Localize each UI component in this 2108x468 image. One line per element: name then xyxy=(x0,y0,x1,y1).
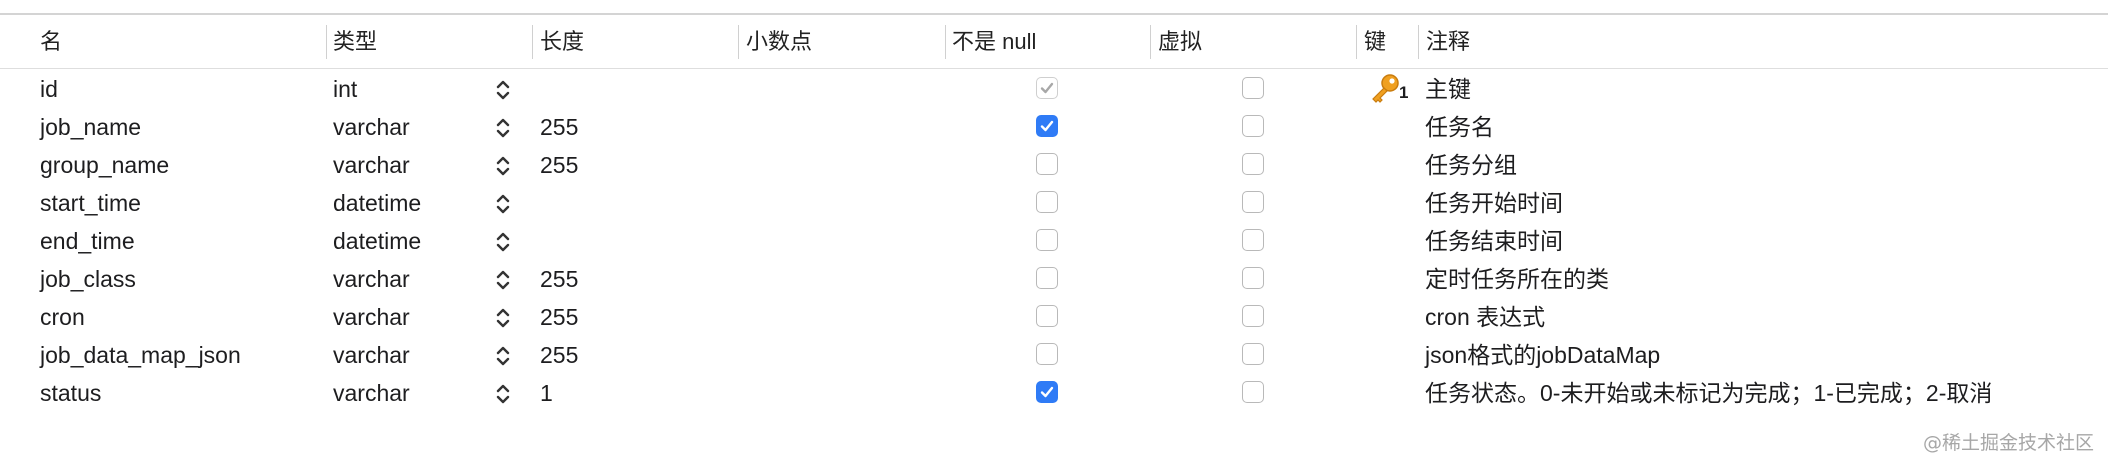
virtual-checkbox[interactable] xyxy=(1242,267,1264,289)
col-header-comment[interactable]: 注释 xyxy=(1419,15,1470,68)
table-header: 名 类型 长度 小数点 不是 null 虚拟 键 注释 xyxy=(0,15,2108,69)
type-stepper-icon[interactable] xyxy=(494,78,512,102)
field-name-cell[interactable]: end_time xyxy=(40,222,135,260)
type-stepper-icon[interactable] xyxy=(494,344,512,368)
field-name-cell[interactable]: cron xyxy=(40,298,85,336)
not-null-checkbox[interactable] xyxy=(1036,343,1058,365)
field-length-cell[interactable]: 1 xyxy=(540,374,553,412)
not-null-checkbox[interactable] xyxy=(1036,77,1058,99)
field-name-cell[interactable]: id xyxy=(40,70,58,108)
field-type-cell[interactable]: int xyxy=(333,70,357,108)
type-stepper-icon[interactable] xyxy=(494,382,512,406)
col-header-key[interactable]: 键 xyxy=(1357,15,1386,68)
col-header-length[interactable]: 长度 xyxy=(533,15,584,68)
type-stepper-icon[interactable] xyxy=(494,306,512,330)
watermark: @稀土掘金技术社区 xyxy=(1922,432,2094,454)
field-type-cell[interactable]: varchar xyxy=(333,108,410,146)
not-null-checkbox[interactable] xyxy=(1036,381,1058,403)
field-comment-cell[interactable]: 主键 xyxy=(1425,70,1471,108)
virtual-checkbox[interactable] xyxy=(1242,77,1264,99)
table-row[interactable]: start_time datetime 任务开始时间 xyxy=(0,184,2108,222)
field-type-cell[interactable]: varchar xyxy=(333,298,410,336)
not-null-checkbox[interactable] xyxy=(1036,267,1058,289)
virtual-checkbox[interactable] xyxy=(1242,153,1264,175)
field-length-cell[interactable]: 255 xyxy=(540,146,578,184)
field-comment-cell[interactable]: 任务名 xyxy=(1425,108,1494,146)
field-type-cell[interactable]: varchar xyxy=(333,374,410,412)
not-null-checkbox[interactable] xyxy=(1036,229,1058,251)
table-row[interactable]: job_name varchar 255 任务名 xyxy=(0,108,2108,146)
field-length-cell[interactable]: 255 xyxy=(540,260,578,298)
table-row[interactable]: group_name varchar 255 任务分组 xyxy=(0,146,2108,184)
field-comment-cell[interactable]: cron 表达式 xyxy=(1425,298,1545,336)
type-stepper-icon[interactable] xyxy=(494,154,512,178)
col-header-decimals[interactable]: 小数点 xyxy=(739,15,812,68)
col-header-virtual[interactable]: 虚拟 xyxy=(1151,15,1202,68)
type-stepper-icon[interactable] xyxy=(494,268,512,292)
field-length-cell[interactable]: 255 xyxy=(540,336,578,374)
field-name-cell[interactable]: group_name xyxy=(40,146,169,184)
field-comment-cell[interactable]: 任务开始时间 xyxy=(1425,184,1563,222)
field-type-cell[interactable]: varchar xyxy=(333,146,410,184)
type-stepper-icon[interactable] xyxy=(494,230,512,254)
not-null-checkbox[interactable] xyxy=(1036,115,1058,137)
field-type-cell[interactable]: varchar xyxy=(333,260,410,298)
not-null-checkbox[interactable] xyxy=(1036,305,1058,327)
table-row[interactable]: job_data_map_json varchar 255 json格式的jobDat… xyxy=(0,336,2108,374)
virtual-checkbox[interactable] xyxy=(1242,381,1264,403)
field-comment-cell[interactable]: 定时任务所在的类 xyxy=(1425,260,1609,298)
virtual-checkbox[interactable] xyxy=(1242,229,1264,251)
col-header-name[interactable]: 名 xyxy=(33,15,62,68)
virtual-checkbox[interactable] xyxy=(1242,343,1264,365)
virtual-checkbox[interactable] xyxy=(1242,191,1264,213)
field-length-cell[interactable]: 255 xyxy=(540,298,578,336)
type-stepper-icon[interactable] xyxy=(494,192,512,216)
not-null-checkbox[interactable] xyxy=(1036,191,1058,213)
field-length-cell[interactable]: 255 xyxy=(540,108,578,146)
table-row[interactable]: id int 1 主键 xyxy=(0,70,2108,108)
field-name-cell[interactable]: job_data_map_json xyxy=(40,336,241,374)
key-index: 1 xyxy=(1399,83,1409,102)
field-comment-cell[interactable]: 任务状态。0-未开始或未标记为完成；1-已完成；2-取消 xyxy=(1425,374,1992,412)
field-name-cell[interactable]: job_name xyxy=(40,108,141,146)
field-comment-cell[interactable]: 任务分组 xyxy=(1425,146,1517,184)
virtual-checkbox[interactable] xyxy=(1242,305,1264,327)
field-name-cell[interactable]: start_time xyxy=(40,184,141,222)
table-row[interactable]: cron varchar 255 cron 表达式 xyxy=(0,298,2108,336)
field-name-cell[interactable]: status xyxy=(40,374,101,412)
table-row[interactable]: status varchar 1 任务状态。0-未开始或未标记为完成；1-已完成；2-… xyxy=(0,374,2108,412)
table-row[interactable]: end_time datetime 任务结束时间 xyxy=(0,222,2108,260)
col-header-not-null[interactable]: 不是 null xyxy=(945,15,1036,68)
virtual-checkbox[interactable] xyxy=(1242,115,1264,137)
field-type-cell[interactable]: datetime xyxy=(333,222,421,260)
type-stepper-icon[interactable] xyxy=(494,116,512,140)
table-row[interactable]: job_class varchar 255 定时任务所在的类 xyxy=(0,260,2108,298)
field-type-cell[interactable]: datetime xyxy=(333,184,421,222)
field-comment-cell[interactable]: json格式的jobDataMap xyxy=(1425,336,1660,374)
field-name-cell[interactable]: job_class xyxy=(40,260,136,298)
field-type-cell[interactable]: varchar xyxy=(333,336,410,374)
not-null-checkbox[interactable] xyxy=(1036,153,1058,175)
col-header-type[interactable]: 类型 xyxy=(326,15,377,68)
field-comment-cell[interactable]: 任务结束时间 xyxy=(1425,222,1563,260)
